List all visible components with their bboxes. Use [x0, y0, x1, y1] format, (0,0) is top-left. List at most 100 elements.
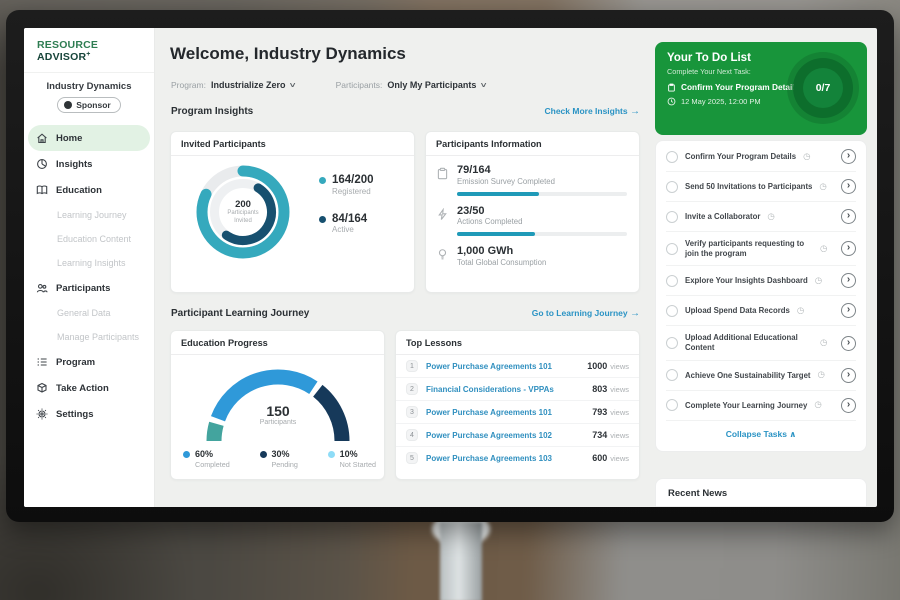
- task-row-confirm-program-details[interactable]: Confirm Your Program Details ◷ ›: [666, 142, 856, 172]
- sidebar-item-home[interactable]: Home: [28, 125, 150, 151]
- page-title: Welcome, Industry Dynamics: [170, 44, 406, 64]
- todo-task-list: Confirm Your Program Details ◷ › Send 50…: [655, 140, 867, 452]
- lesson-link[interactable]: Power Purchase Agreements 101: [426, 362, 552, 371]
- chevron-up-icon: ∧: [789, 429, 796, 439]
- participants-icon: [36, 282, 48, 294]
- actions-progress-fill: [457, 232, 535, 236]
- learning-journey-header: Participant Learning Journey Go to Learn…: [171, 308, 640, 319]
- task-row-complete-learning-journey[interactable]: Complete Your Learning Journey ◷ ›: [666, 391, 856, 421]
- participants-value: Only My Participants: [387, 80, 476, 90]
- education-progress-card: Education Progress 150 Participants 60%: [170, 330, 385, 480]
- chevron-down-icon: ∨: [289, 81, 297, 89]
- program-value: Industrialize Zero: [211, 80, 286, 90]
- task-checkbox[interactable]: [666, 243, 678, 255]
- task-row-invite-collaborator[interactable]: Invite a Collaborator ◷ ›: [666, 202, 856, 232]
- task-go-button[interactable]: ›: [841, 273, 856, 288]
- insights-icon: [36, 158, 48, 170]
- arrow-right-icon: →: [630, 106, 640, 117]
- sidebar: RESOURCE ADVISOR+ Industry Dynamics Spon…: [24, 28, 155, 507]
- legend-item-not-started: 10% Not Started: [328, 449, 376, 469]
- participants-dropdown[interactable]: Participants: Only My Participants ∨: [336, 80, 487, 90]
- gauge-seg-0: [214, 424, 216, 441]
- sidebar-item-education[interactable]: Education: [24, 177, 154, 203]
- task-go-button[interactable]: ›: [841, 149, 856, 164]
- logo-primary: RESOURCE: [37, 39, 98, 51]
- task-checkbox[interactable]: [666, 305, 678, 317]
- go-to-learning-journey-link[interactable]: Go to Learning Journey →: [532, 308, 640, 319]
- participants-information-card: Participants Information 79/164 Emission…: [425, 131, 640, 293]
- home-icon: [36, 132, 48, 144]
- task-row-verify-participants[interactable]: Verify participants requesting to join t…: [666, 232, 856, 266]
- invited-donut-chart: 200 Participants Invited: [193, 162, 293, 262]
- sidebar-item-insights[interactable]: Insights: [24, 151, 154, 177]
- task-go-button[interactable]: ›: [841, 398, 856, 413]
- task-row-explore-insights[interactable]: Explore Your Insights Dashboard ◷ ›: [666, 266, 856, 296]
- lesson-rank: 5: [406, 452, 418, 464]
- settings-icon: [36, 408, 48, 420]
- task-checkbox[interactable]: [666, 181, 678, 193]
- sidebar-nav: Home Insights Education Learning Journey…: [24, 125, 154, 427]
- sidebar-item-learning-journey[interactable]: Learning Journey: [24, 203, 154, 227]
- program-dropdown[interactable]: Program: Industrialize Zero ∨: [171, 80, 296, 90]
- sidebar-item-program[interactable]: Program: [24, 349, 154, 375]
- sponsor-label: Sponsor: [76, 100, 110, 110]
- card-title: Top Lessons: [396, 331, 639, 355]
- task-checkbox[interactable]: [666, 275, 678, 287]
- deadline-clock-icon: ◷: [820, 338, 827, 348]
- legend-dot: [319, 177, 326, 184]
- sidebar-item-take-action[interactable]: Take Action: [24, 375, 154, 401]
- sidebar-item-general-data[interactable]: General Data: [24, 301, 154, 325]
- lesson-row: 5 Power Purchase Agreements 103 600 view…: [396, 447, 639, 469]
- lesson-link[interactable]: Financial Considerations - VPPAs: [426, 385, 554, 394]
- task-go-button[interactable]: ›: [841, 368, 856, 383]
- lesson-views: 1000: [587, 361, 607, 371]
- actions-icon: [436, 208, 449, 226]
- task-row-upload-spend-data[interactable]: Upload Spend Data Records ◷ ›: [666, 296, 856, 326]
- task-row-upload-educational-content[interactable]: Upload Additional Educational Content ◷ …: [666, 326, 856, 360]
- task-row-achieve-sustainability-target[interactable]: Achieve One Sustainability Target ◷ ›: [666, 361, 856, 391]
- filters-row: Program: Industrialize Zero ∨ Participan…: [171, 80, 487, 90]
- sidebar-item-label: Education: [56, 185, 102, 196]
- sidebar-item-manage-participants[interactable]: Manage Participants: [24, 325, 154, 349]
- deadline-clock-icon: ◷: [797, 306, 804, 316]
- todo-summary-card: Your To Do List Complete Your Next Task:…: [655, 42, 867, 135]
- task-go-button[interactable]: ›: [841, 179, 856, 194]
- sidebar-item-participants[interactable]: Participants: [24, 275, 154, 301]
- task-checkbox[interactable]: [666, 337, 678, 349]
- sidebar-item-education-content[interactable]: Education Content: [24, 227, 154, 251]
- task-row-send-invitations[interactable]: Send 50 Invitations to Participants ◷ ›: [666, 172, 856, 202]
- clock-icon: [667, 97, 676, 106]
- lightbulb-icon: [436, 248, 449, 266]
- task-go-button[interactable]: ›: [841, 303, 856, 318]
- survey-progress-fill: [457, 192, 539, 196]
- lesson-rank: 4: [406, 429, 418, 441]
- lesson-link[interactable]: Power Purchase Agreements 101: [426, 408, 552, 417]
- sidebar-item-label: Home: [56, 133, 82, 144]
- task-go-button[interactable]: ›: [841, 209, 856, 224]
- task-checkbox[interactable]: [666, 399, 678, 411]
- sponsor-badge: Sponsor: [57, 97, 120, 113]
- legend-item-registered: 164/200 Registered: [319, 174, 374, 196]
- legend-dot: [183, 451, 190, 458]
- task-checkbox[interactable]: [666, 151, 678, 163]
- lesson-rank: 1: [406, 360, 418, 372]
- sidebar-divider: [24, 72, 154, 73]
- card-title: Invited Participants: [171, 132, 414, 156]
- lesson-link[interactable]: Power Purchase Agreements 103: [426, 454, 552, 463]
- check-more-insights-link[interactable]: Check More Insights →: [544, 106, 640, 117]
- sidebar-item-learning-insights[interactable]: Learning Insights: [24, 251, 154, 275]
- sidebar-item-label: Settings: [56, 409, 93, 420]
- lesson-link[interactable]: Power Purchase Agreements 102: [426, 431, 552, 440]
- deadline-clock-icon: ◷: [814, 400, 821, 410]
- logo-secondary: ADVISOR: [37, 51, 86, 63]
- task-go-button[interactable]: ›: [841, 241, 856, 256]
- task-go-button[interactable]: ›: [841, 336, 856, 351]
- collapse-tasks-link[interactable]: Collapse Tasks ∧: [666, 421, 856, 449]
- task-checkbox[interactable]: [666, 369, 678, 381]
- legend-dot: [328, 451, 335, 458]
- clipboard-icon: [436, 167, 449, 185]
- task-checkbox[interactable]: [666, 211, 678, 223]
- sidebar-item-settings[interactable]: Settings: [24, 401, 154, 427]
- monitor-stand: [440, 522, 482, 600]
- legend-item-pending: 30% Pending: [260, 449, 298, 469]
